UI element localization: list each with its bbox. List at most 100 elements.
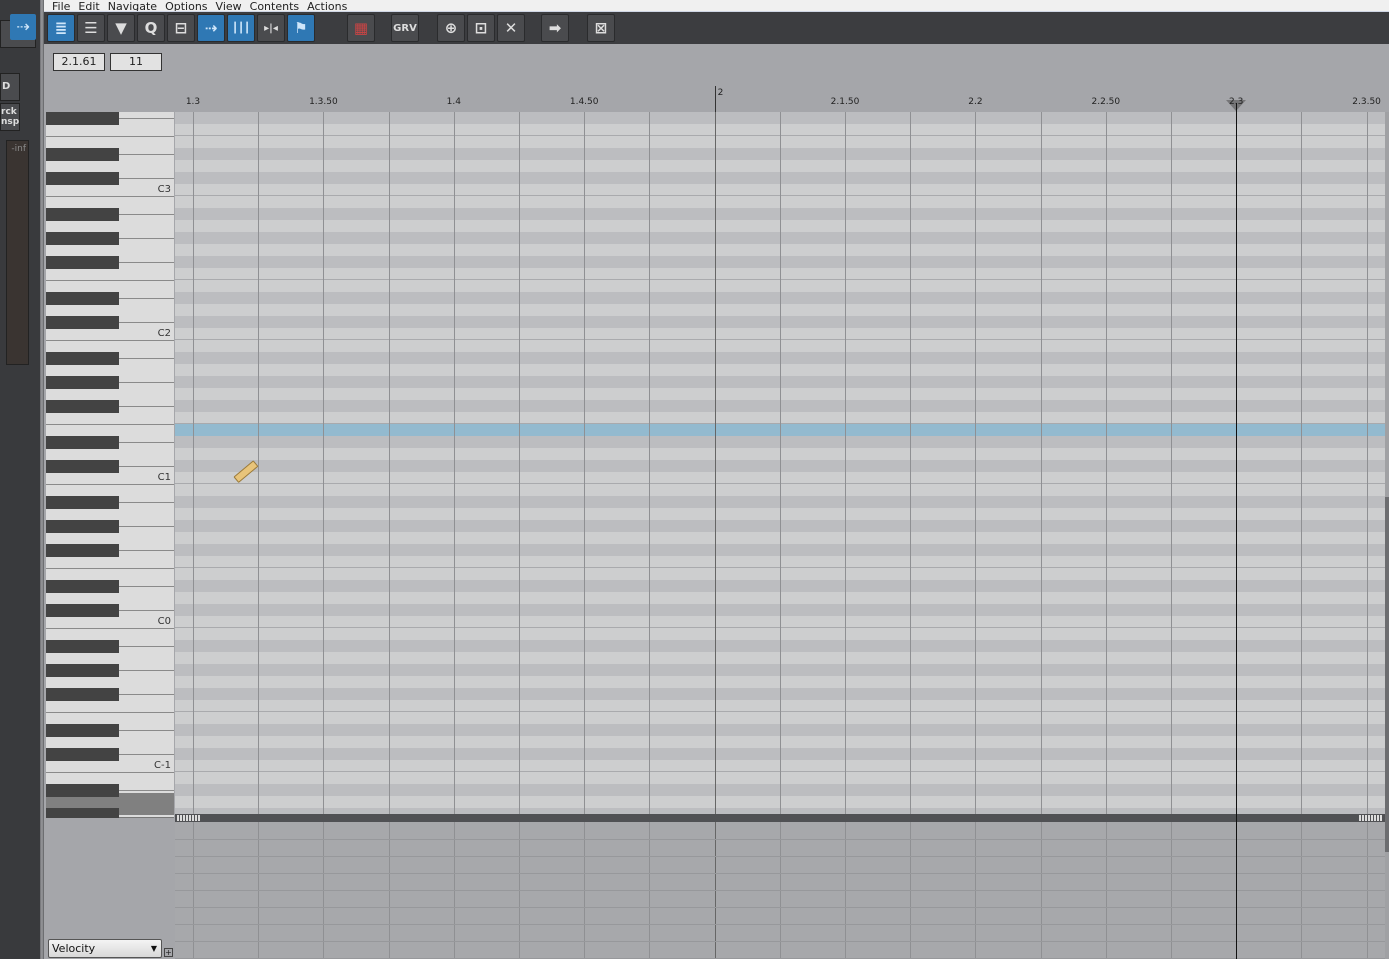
timeline-ruler[interactable]: 1.3 1.3.50 1.4 1.4.50 2 2.1.50 2.2 2.2.50 2.3 2.3… <box>0 84 1389 112</box>
white-key-divider <box>46 280 174 281</box>
menu-file[interactable]: File <box>52 0 70 11</box>
black-key[interactable] <box>46 580 119 593</box>
black-key[interactable] <box>46 520 119 533</box>
groove-button[interactable]: GRV <box>391 14 419 42</box>
zoom-selection-button[interactable]: ⊡ <box>467 14 495 42</box>
add-lane-icon[interactable]: + <box>164 948 173 957</box>
toolbar: ≣ ☰ ▼ Q ⊟ ⇢ ┃┃┃ ▸|◂ ⚑ ▦ GRV ⊕ ⊡ ✕ ➡ ⊠ <box>44 12 1389 44</box>
white-key-divider <box>46 568 174 569</box>
black-key[interactable] <box>46 376 119 389</box>
beat-line <box>584 112 586 814</box>
black-key[interactable] <box>46 112 119 125</box>
black-key[interactable] <box>46 172 119 185</box>
octave-label: C0 <box>157 616 171 627</box>
zoom-selection-icon: ⊡ <box>474 19 488 37</box>
ruler-label: 1.3.50 <box>309 97 338 107</box>
black-key[interactable] <box>46 544 119 557</box>
close-button[interactable]: ⊠ <box>587 14 615 42</box>
white-key-divider <box>119 406 174 407</box>
ruler-label: 1.4 <box>446 97 461 107</box>
beat-line <box>519 112 520 814</box>
beat-line <box>453 112 455 814</box>
loop-zoom-button[interactable]: ⊕ <box>437 14 465 42</box>
menu-actions[interactable]: Actions <box>307 0 347 11</box>
quantize-button[interactable]: Q <box>137 14 165 42</box>
white-key-divider <box>119 238 174 239</box>
split-button[interactable]: ▸|◂ <box>257 14 285 42</box>
black-key[interactable] <box>46 664 119 677</box>
divider[interactable] <box>40 0 44 959</box>
lane-type-select[interactable]: Velocity ▼ <box>48 939 162 958</box>
ruler-label: 1.4.50 <box>569 97 599 107</box>
black-key[interactable] <box>46 400 119 413</box>
grid-lines-button[interactable]: ┃┃┃ <box>227 14 255 42</box>
loop-zoom-icon: ⊕ <box>444 19 458 37</box>
white-key-divider <box>119 694 174 695</box>
black-key[interactable] <box>46 460 119 473</box>
position-field[interactable]: 2.1.61 <box>53 53 105 71</box>
quantize-icon: Q <box>144 19 158 37</box>
follow-playback-button[interactable]: ⚑ <box>287 14 315 42</box>
vertical-scrollbar[interactable] <box>1385 112 1389 959</box>
lane-splitter[interactable] <box>175 814 1385 822</box>
snap-button[interactable]: ⊟ <box>167 14 195 42</box>
menu-navigate[interactable]: Navigate <box>108 0 157 11</box>
go-to-end-button[interactable]: ➡ <box>541 14 569 42</box>
piano-roll-grid[interactable] <box>175 112 1385 814</box>
black-key[interactable] <box>46 352 119 365</box>
filter-button[interactable]: ▼ <box>107 14 135 42</box>
black-key[interactable] <box>46 688 119 701</box>
menu-contents[interactable]: Contents <box>250 0 299 11</box>
bar-line <box>714 112 716 814</box>
white-key-divider <box>119 442 174 443</box>
white-key-divider <box>119 754 174 755</box>
black-key[interactable] <box>46 496 119 509</box>
split-icon: ▸|◂ <box>264 22 278 34</box>
beat-line <box>779 112 781 814</box>
track-list-button[interactable]: ☰ <box>77 14 105 42</box>
midi-keyboard-button[interactable]: ▦ <box>347 14 375 42</box>
zoom-fit-button[interactable]: ✕ <box>497 14 525 42</box>
chevron-down-icon: ▼ <box>150 944 157 953</box>
black-key[interactable] <box>46 604 119 617</box>
go-to-end-icon: ➡ <box>548 19 562 37</box>
black-key[interactable] <box>46 208 119 221</box>
black-key[interactable] <box>46 436 119 449</box>
piano-keyboard[interactable]: C3 C2 C1 C0 C-1 <box>46 112 174 818</box>
white-key-divider <box>119 646 174 647</box>
menu-edit[interactable]: Edit <box>78 0 99 11</box>
select-tool-button[interactable]: ⇢ <box>197 14 225 42</box>
ruler-label: 2 <box>717 88 724 98</box>
velocity-lane[interactable] <box>175 822 1385 959</box>
black-key[interactable] <box>46 808 119 818</box>
black-key[interactable] <box>46 232 119 245</box>
follow-playback-icon: ⚑ <box>294 19 308 37</box>
black-key[interactable] <box>46 292 119 305</box>
menu-view[interactable]: View <box>216 0 242 11</box>
ruler-label: 2.3.50 <box>1352 97 1381 107</box>
snap-icon: ⊟ <box>174 19 188 37</box>
value-field[interactable]: 11 <box>110 53 162 71</box>
event-list-button[interactable]: ≣ <box>47 14 75 42</box>
black-key[interactable] <box>46 640 119 653</box>
velocity-gridline <box>175 873 1385 874</box>
black-key[interactable] <box>46 148 119 161</box>
black-key[interactable] <box>46 256 119 269</box>
beat-line <box>193 112 194 814</box>
octave-label: C-1 <box>154 760 171 771</box>
beat-line <box>258 112 260 814</box>
black-key[interactable] <box>46 724 119 737</box>
beat-line <box>1040 112 1042 814</box>
event-list-icon: ≣ <box>54 19 68 37</box>
white-key-divider <box>46 196 174 197</box>
black-key[interactable] <box>46 784 119 797</box>
grip-icon <box>1359 815 1383 821</box>
track-list-icon: ☰ <box>84 19 98 37</box>
black-key[interactable] <box>46 748 119 761</box>
beat-line <box>1301 112 1303 814</box>
envelope-icon[interactable]: ⇢ <box>10 14 36 40</box>
menu-options[interactable]: Options <box>165 0 207 11</box>
white-key-divider <box>119 670 174 671</box>
ruler-label: 2.1.50 <box>830 97 860 107</box>
black-key[interactable] <box>46 316 119 329</box>
